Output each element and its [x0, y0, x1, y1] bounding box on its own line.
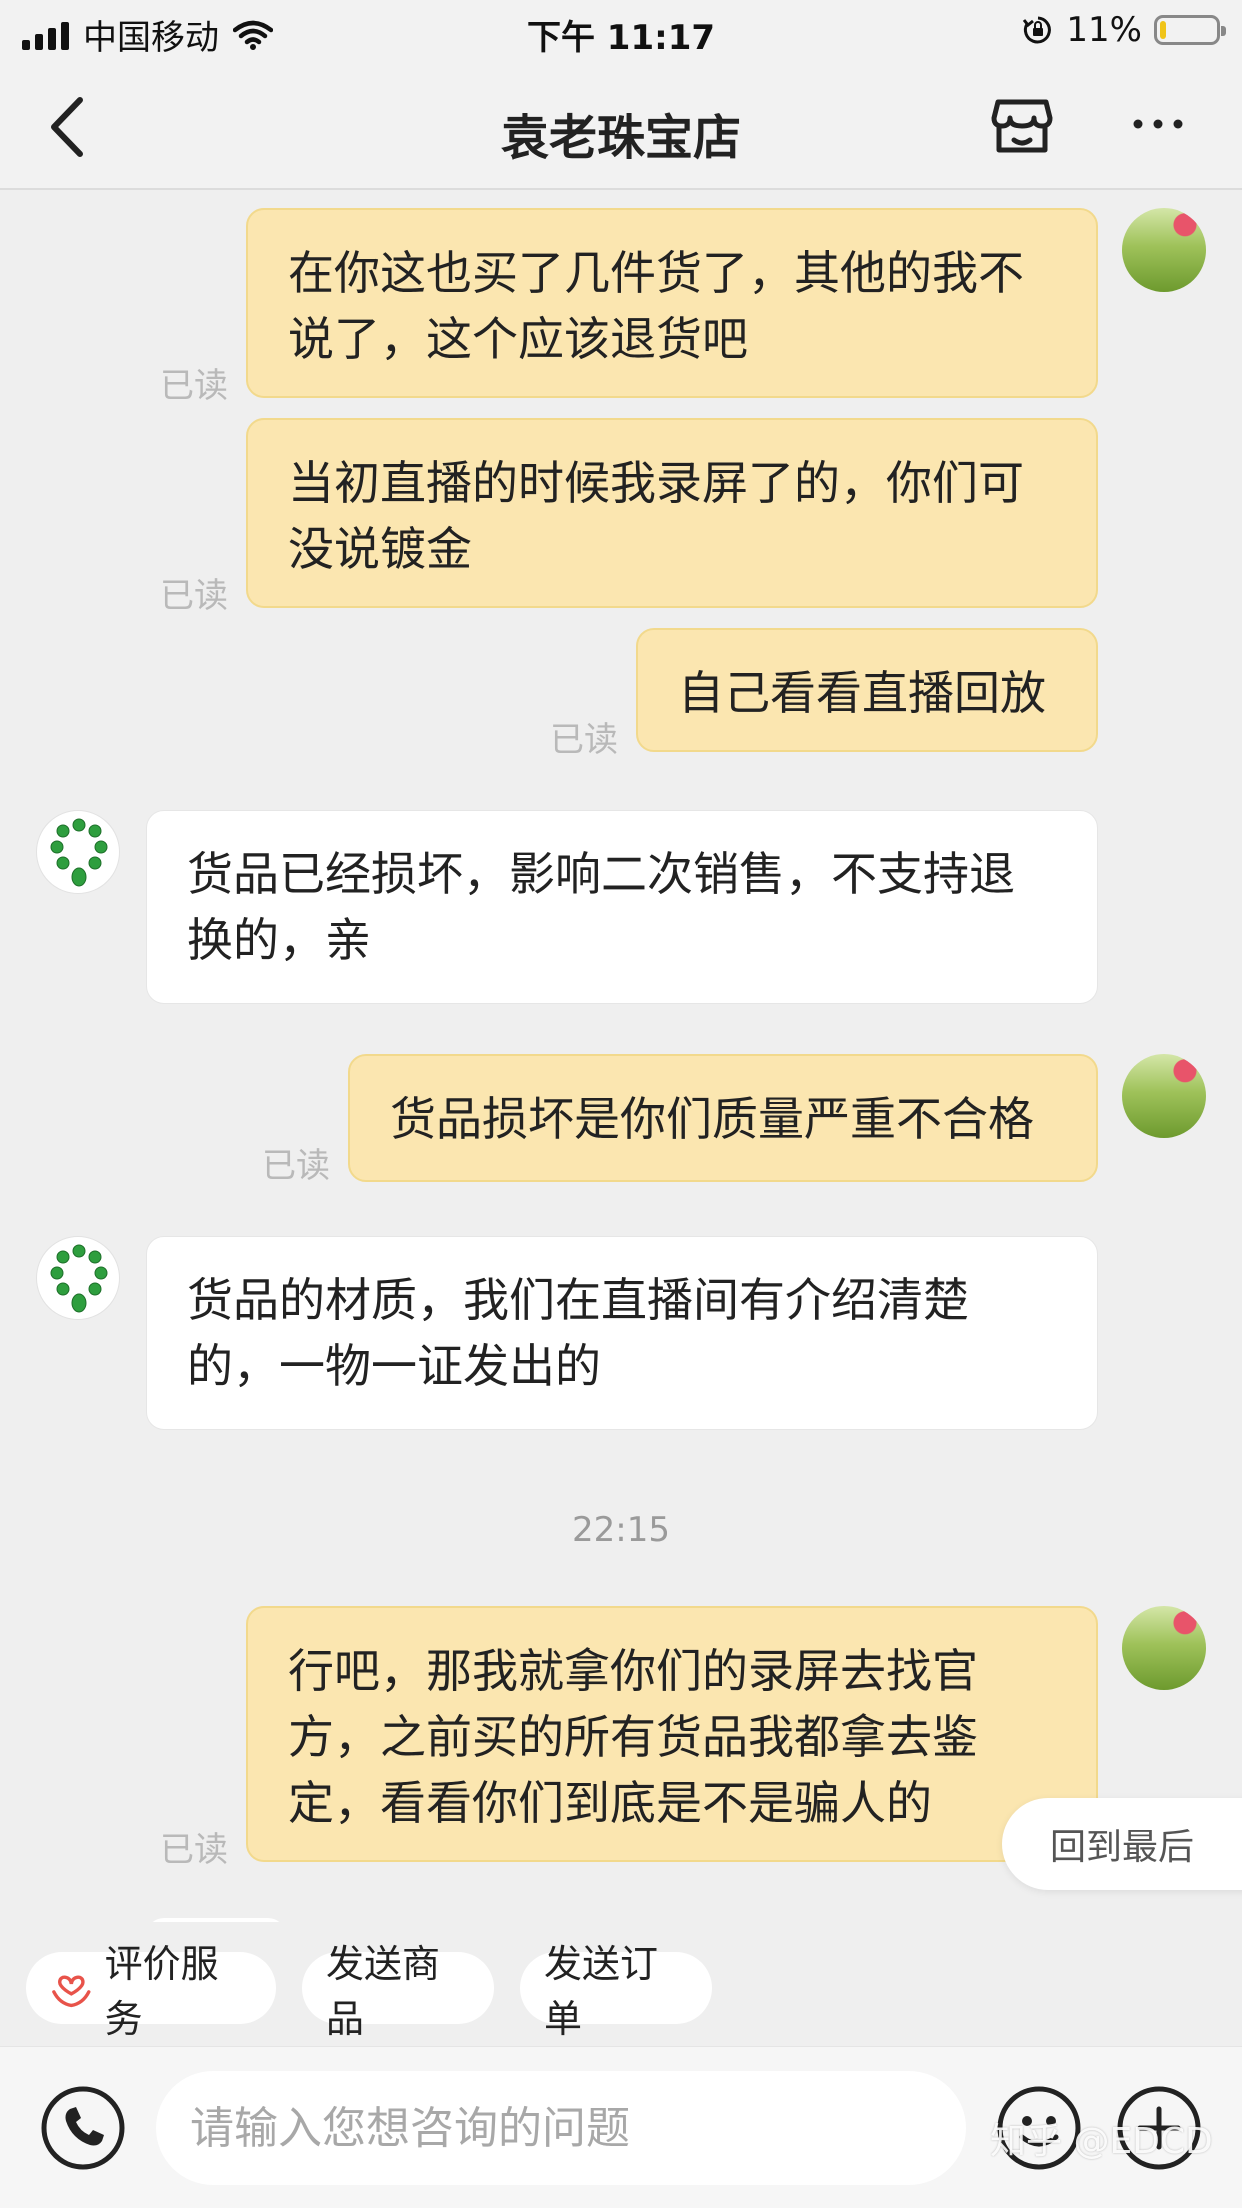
quick-actions-bar: 评价服务 发送商品 发送订单 [0, 1936, 1242, 2046]
rate-service-chip[interactable]: 评价服务 [26, 1942, 276, 2041]
partial-message-bubble [146, 1918, 286, 1922]
shop-avatar[interactable] [36, 1236, 120, 1320]
shop-avatar[interactable] [36, 810, 120, 894]
heart-hands-icon [52, 1975, 91, 2008]
message-line: 货品的材质，我们在直播间有介绍清楚 [187, 1273, 969, 1327]
my-avatar[interactable] [1122, 1606, 1206, 1690]
read-status: 已读 [160, 366, 228, 406]
message-line: 说了，这个应该退货吧 [288, 312, 748, 366]
message-line: 没说镀金 [288, 522, 472, 576]
message-input[interactable] [156, 2071, 966, 2185]
chat-area[interactable]: 在你这也买了几件货了，其他的我不 说了，这个应该退货吧 已读 当初直播的时候我录… [0, 192, 1242, 1922]
read-status: 已读 [262, 1146, 330, 1186]
message-line: 货品已经损坏，影响二次销售，不支持退 [187, 847, 1015, 901]
battery-percent: 11% [1066, 10, 1142, 50]
read-status: 已读 [160, 1830, 228, 1870]
nav-bar: 袁老珠宝店 [0, 62, 1242, 190]
chat-timestamp: 22:15 [572, 1510, 670, 1550]
page-title: 袁老珠宝店 [500, 110, 741, 166]
battery-icon [1154, 15, 1226, 45]
message-line: 行吧，那我就拿你们的录屏去找官 [288, 1644, 978, 1698]
message-bubble[interactable]: 货品的材质，我们在直播间有介绍清楚 的，一物一证发出的 [146, 1236, 1098, 1430]
jade-necklace-icon [50, 818, 108, 887]
more-icon[interactable] [1130, 114, 1186, 134]
store-icon[interactable] [990, 96, 1054, 156]
battery-fill [1160, 21, 1166, 39]
message-bubble[interactable]: 在你这也买了几件货了，其他的我不 说了，这个应该退货吧 [246, 208, 1098, 398]
phone-icon[interactable] [40, 2085, 126, 2171]
read-status: 已读 [160, 576, 228, 616]
rate-service-label: 评价服务 [104, 1942, 219, 2041]
send-order-label: 发送订单 [544, 1942, 659, 2041]
status-right: 11% [1022, 10, 1226, 50]
rotation-lock-icon [1023, 16, 1052, 44]
message-bubble[interactable]: 当初直播的时候我录屏了的，你们可 没说镀金 [246, 418, 1098, 608]
message-line: 在你这也买了几件货了，其他的我不 [288, 246, 1024, 300]
send-order-chip[interactable]: 发送订单 [520, 1942, 712, 2041]
message-line: 当初直播的时候我录屏了的，你们可 [288, 456, 1024, 510]
send-product-label: 发送商品 [326, 1942, 441, 2041]
watermark: 知乎 @EDCD [990, 2121, 1213, 2162]
message-bubble[interactable]: 货品已经损坏，影响二次销售，不支持退 换的，亲 [146, 810, 1098, 1004]
my-avatar[interactable] [1122, 208, 1206, 292]
message-line: 货品损坏是你们质量严重不合格 [390, 1092, 1034, 1146]
status-bar: 中国移动 下午 11:17 11% [0, 0, 1242, 62]
my-avatar[interactable] [1122, 1054, 1206, 1138]
message-line: 的，一物一证发出的 [187, 1339, 601, 1393]
back-to-latest-button[interactable]: 回到最后 [1002, 1798, 1242, 1890]
message-line: 方，之前买的所有货品我都拿去鉴 [288, 1710, 978, 1764]
message-bubble[interactable]: 货品损坏是你们质量严重不合格 [348, 1054, 1098, 1182]
message-line: 定，看看你们到底是不是骗人的 [288, 1776, 932, 1830]
read-status: 已读 [550, 720, 618, 760]
message-line: 自己看看直播回放 [678, 666, 1046, 720]
message-line: 换的，亲 [187, 913, 371, 967]
message-bubble[interactable]: 行吧，那我就拿你们的录屏去找官 方，之前买的所有货品我都拿去鉴 定，看看你们到底… [246, 1606, 1098, 1862]
jade-necklace-icon [50, 1244, 108, 1313]
message-bubble[interactable]: 自己看看直播回放 [636, 628, 1098, 752]
send-product-chip[interactable]: 发送商品 [302, 1942, 494, 2041]
